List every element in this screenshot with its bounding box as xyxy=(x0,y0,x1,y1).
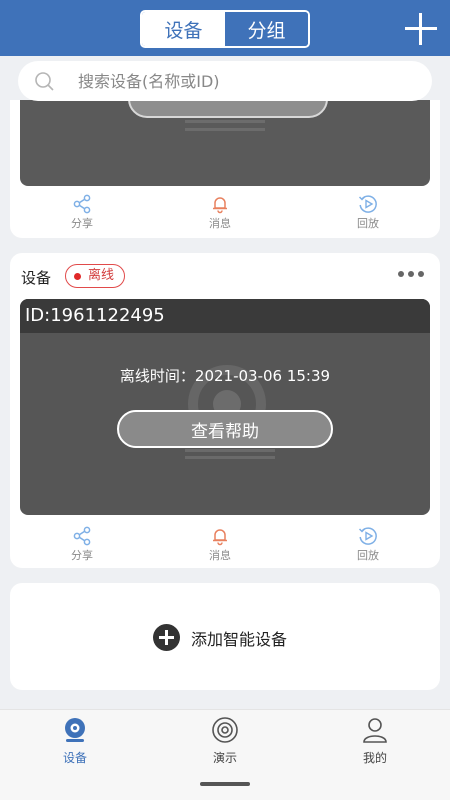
add-plus-icon[interactable] xyxy=(404,12,438,46)
playback-button[interactable]: 回放 xyxy=(338,194,398,234)
device-actions: 分享 消息 回放 xyxy=(10,526,440,566)
tab-groups[interactable]: 分组 xyxy=(225,12,308,46)
view-help-button[interactable]: 查看帮助 xyxy=(117,410,333,448)
more-dot-icon xyxy=(408,271,414,277)
bell-icon xyxy=(213,197,227,214)
tab-bar-devices[interactable]: 设备 xyxy=(45,716,105,766)
message-label: 消息 xyxy=(209,217,231,230)
device-preview[interactable]: ID:1961122495 离线时间：2021-03-06 15:39 查看帮助 xyxy=(20,299,430,515)
playback-icon xyxy=(358,527,377,545)
tab-bar-label: 设备 xyxy=(62,751,87,765)
status-text: 离线 xyxy=(88,268,115,283)
home-indicator[interactable] xyxy=(200,782,250,786)
device-name: 设备 xyxy=(21,269,52,287)
search-bar xyxy=(18,61,432,101)
playback-label: 回放 xyxy=(357,549,379,562)
status-badge: 离线 xyxy=(65,264,126,288)
device-card: 设备 离线 ID:1961122495 离线时间：2021-03-06 15:3… xyxy=(10,253,440,568)
share-button[interactable]: 分享 xyxy=(52,194,112,234)
message-button[interactable]: 消息 xyxy=(190,194,250,234)
tab-bar-label: 我的 xyxy=(362,751,387,765)
app-header: 设备 分组 xyxy=(0,0,450,56)
share-icon xyxy=(73,526,91,546)
playback-label: 回放 xyxy=(357,217,379,230)
tab-bar-mine[interactable]: 我的 xyxy=(345,716,405,766)
message-button[interactable]: 消息 xyxy=(190,526,250,566)
share-label: 分享 xyxy=(71,217,93,230)
camera-icon xyxy=(65,718,85,742)
offline-time: 离线时间：2021-03-06 15:39 xyxy=(119,367,331,385)
add-circle-icon xyxy=(153,624,180,651)
share-label: 分享 xyxy=(71,549,93,562)
tab-devices[interactable]: 设备 xyxy=(142,12,225,46)
more-dot-icon xyxy=(418,271,424,277)
playback-button[interactable]: 回放 xyxy=(338,526,398,566)
add-device-label: 添加智能设备 xyxy=(191,630,288,649)
message-label: 消息 xyxy=(209,549,231,562)
view-segmented-control: 设备 分组 xyxy=(140,10,310,48)
playback-icon xyxy=(358,195,377,213)
share-icon xyxy=(73,194,91,214)
search-icon xyxy=(35,72,54,91)
add-device-button[interactable]: 添加智能设备 xyxy=(10,583,440,690)
device-actions: 分享 消息 回放 xyxy=(10,194,440,234)
preview-button-partial xyxy=(128,100,328,118)
demo-icon xyxy=(212,717,238,743)
bell-icon xyxy=(213,529,227,546)
offline-dot-icon xyxy=(74,273,81,280)
camera-base-icon xyxy=(185,449,275,467)
search-input[interactable] xyxy=(78,61,418,101)
tab-bar-label: 演示 xyxy=(212,751,237,765)
device-id: ID:1961122495 xyxy=(20,299,430,333)
user-icon xyxy=(363,718,387,743)
camera-placeholder-icon xyxy=(185,120,265,140)
more-options-button[interactable] xyxy=(398,271,424,279)
device-preview[interactable] xyxy=(20,100,430,186)
tab-bar-demo[interactable]: 演示 xyxy=(195,716,255,766)
share-button[interactable]: 分享 xyxy=(52,526,112,566)
more-dot-icon xyxy=(398,271,404,277)
bottom-tab-bar: 设备 演示 我的 xyxy=(0,709,450,800)
device-card: 分享 消息 回放 xyxy=(10,100,440,238)
